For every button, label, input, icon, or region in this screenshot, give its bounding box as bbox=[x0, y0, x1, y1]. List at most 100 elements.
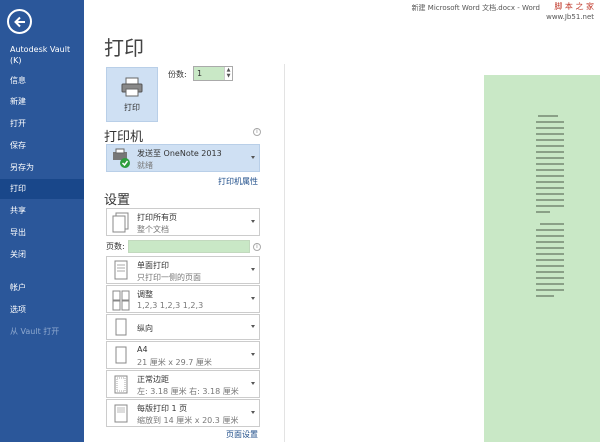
sides-title: 单面打印 bbox=[137, 261, 169, 270]
sides-sub: 只打印一侧的页面 bbox=[137, 273, 201, 282]
watermark-name: 脚 本 之 家 bbox=[554, 2, 594, 11]
pages-label: 页数: bbox=[106, 242, 125, 251]
chevron-down-icon bbox=[251, 220, 255, 223]
collate-title: 调整 bbox=[137, 290, 153, 299]
chevron-down-icon bbox=[251, 325, 255, 328]
preview-text-line bbox=[536, 211, 550, 213]
backstage-sidebar: Autodesk Vault (K) 信息 新建 打开 保存 另存为 打印 共享… bbox=[0, 0, 84, 442]
portrait-icon bbox=[115, 318, 127, 336]
sidebar-item-vault-open[interactable]: 从 Vault 打开 bbox=[0, 322, 84, 342]
pages-per-sheet-select[interactable]: 每版打印 1 页 缩放到 14 厘米 x 20.3 厘米 bbox=[106, 399, 260, 427]
back-button[interactable] bbox=[7, 9, 32, 34]
preview-text-line bbox=[536, 151, 564, 153]
collate-select[interactable]: 调整 1,2,3 1,2,3 1,2,3 bbox=[106, 285, 260, 313]
single-sided-icon bbox=[114, 260, 128, 280]
sidebar-item-save[interactable]: 保存 bbox=[0, 136, 84, 156]
sides-select[interactable]: 单面打印 只打印一侧的页面 bbox=[106, 256, 260, 284]
sidebar-item-close[interactable]: 关闭 bbox=[0, 245, 84, 265]
panel-divider bbox=[284, 64, 285, 442]
printer-icon bbox=[121, 77, 143, 96]
preview-text-line bbox=[536, 145, 564, 147]
page-title: 打印 bbox=[104, 36, 144, 60]
margins-title: 正常边距 bbox=[137, 375, 169, 384]
preview-text-line bbox=[536, 277, 564, 279]
watermark-url: www.Jb51.net bbox=[546, 13, 594, 21]
chevron-down-icon bbox=[251, 382, 255, 385]
preview-text-line bbox=[538, 115, 558, 117]
sidebar-item-new[interactable]: 新建 bbox=[0, 92, 84, 112]
chevron-down-icon bbox=[251, 156, 255, 159]
sidebar-item-export[interactable]: 导出 bbox=[0, 223, 84, 243]
info-icon[interactable]: i bbox=[253, 243, 261, 251]
preview-text-line bbox=[536, 127, 564, 129]
printer-properties-link[interactable]: 打印机属性 bbox=[218, 176, 258, 187]
pages-per-sheet-title: 每版打印 1 页 bbox=[137, 404, 188, 413]
preview-text-line bbox=[536, 139, 564, 141]
preview-text-line bbox=[536, 133, 564, 135]
margins-select[interactable]: 正常边距 左: 3.18 厘米 右: 3.18 厘米 bbox=[106, 370, 260, 398]
margins-icon bbox=[114, 375, 128, 394]
sidebar-item-share[interactable]: 共享 bbox=[0, 201, 84, 221]
printer-ready-icon bbox=[113, 148, 130, 168]
preview-text-line bbox=[536, 187, 564, 189]
window-title: 新建 Microsoft Word 文档.docx - Word bbox=[411, 4, 540, 12]
printer-select[interactable]: 发送至 OneNote 2013 就绪 bbox=[106, 144, 260, 172]
preview-text-line bbox=[536, 283, 564, 285]
preview-text-line bbox=[536, 163, 564, 165]
pages-per-sheet-sub: 缩放到 14 厘米 x 20.3 厘米 bbox=[137, 416, 239, 425]
print-range-select[interactable]: 打印所有页 整个文档 bbox=[106, 208, 260, 236]
vault-title: Autodesk Vault (K) bbox=[10, 45, 71, 65]
preview-text-line bbox=[536, 289, 564, 291]
pages-input[interactable] bbox=[128, 240, 250, 253]
printer-heading: 打印机 bbox=[104, 130, 144, 145]
preview-text-line bbox=[536, 295, 554, 297]
paper-size-title: A4 bbox=[137, 345, 148, 354]
preview-text-line bbox=[536, 205, 564, 207]
sidebar-item-account[interactable]: 帐户 bbox=[0, 278, 84, 298]
collate-icon bbox=[112, 290, 130, 311]
preview-text-line bbox=[536, 199, 564, 201]
sidebar-item-save-as[interactable]: 另存为 bbox=[0, 158, 84, 178]
copies-label: 份数: bbox=[168, 70, 187, 79]
print-preview-page bbox=[484, 75, 600, 442]
orientation-select[interactable]: 纵向 bbox=[106, 314, 260, 340]
sidebar-item-open[interactable]: 打开 bbox=[0, 114, 84, 134]
paper-size-select[interactable]: A4 21 厘米 x 29.7 厘米 bbox=[106, 341, 260, 369]
margins-sub: 左: 3.18 厘米 右: 3.18 厘米 bbox=[137, 387, 239, 396]
chevron-down-icon bbox=[251, 297, 255, 300]
preview-text-line bbox=[536, 265, 564, 267]
orientation-title: 纵向 bbox=[137, 324, 153, 333]
watermark: 脚 本 之 家 www.Jb51.net bbox=[546, 2, 594, 22]
copies-stepper[interactable]: 1 ▲ ▼ bbox=[193, 66, 233, 81]
print-button[interactable]: 打印 bbox=[106, 67, 158, 122]
arrow-left-icon bbox=[13, 16, 25, 27]
preview-text-line bbox=[536, 157, 564, 159]
paper-size-icon bbox=[115, 346, 127, 364]
sidebar-item-options[interactable]: 选项 bbox=[0, 300, 84, 320]
preview-text-line bbox=[536, 241, 564, 243]
printer-status: 就绪 bbox=[137, 161, 153, 170]
preview-text-line bbox=[536, 175, 564, 177]
preview-text-line bbox=[536, 235, 564, 237]
paper-size-sub: 21 厘米 x 29.7 厘米 bbox=[137, 358, 212, 367]
preview-text-line bbox=[536, 271, 564, 273]
pages-stack-icon bbox=[112, 212, 129, 233]
collate-sub: 1,2,3 1,2,3 1,2,3 bbox=[137, 301, 204, 310]
printer-name: 发送至 OneNote 2013 bbox=[137, 149, 222, 158]
preview-text-line bbox=[536, 169, 564, 171]
preview-text-line bbox=[536, 229, 564, 231]
print-range-title: 打印所有页 bbox=[137, 213, 177, 222]
info-icon[interactable]: i bbox=[253, 128, 261, 136]
sidebar-item-info[interactable]: 信息 bbox=[0, 71, 84, 91]
copies-spin-buttons[interactable]: ▲ ▼ bbox=[224, 67, 232, 80]
page-setup-link[interactable]: 页面设置 bbox=[226, 429, 258, 440]
preview-text-line bbox=[536, 253, 564, 255]
chevron-down-icon bbox=[251, 353, 255, 356]
settings-heading: 设置 bbox=[104, 193, 131, 208]
chevron-down-icon bbox=[251, 268, 255, 271]
print-range-sub: 整个文档 bbox=[137, 225, 169, 234]
print-button-label: 打印 bbox=[124, 102, 140, 112]
sidebar-item-print[interactable]: 打印 bbox=[0, 179, 84, 199]
preview-text-line bbox=[536, 121, 564, 123]
chevron-down-icon bbox=[251, 411, 255, 414]
